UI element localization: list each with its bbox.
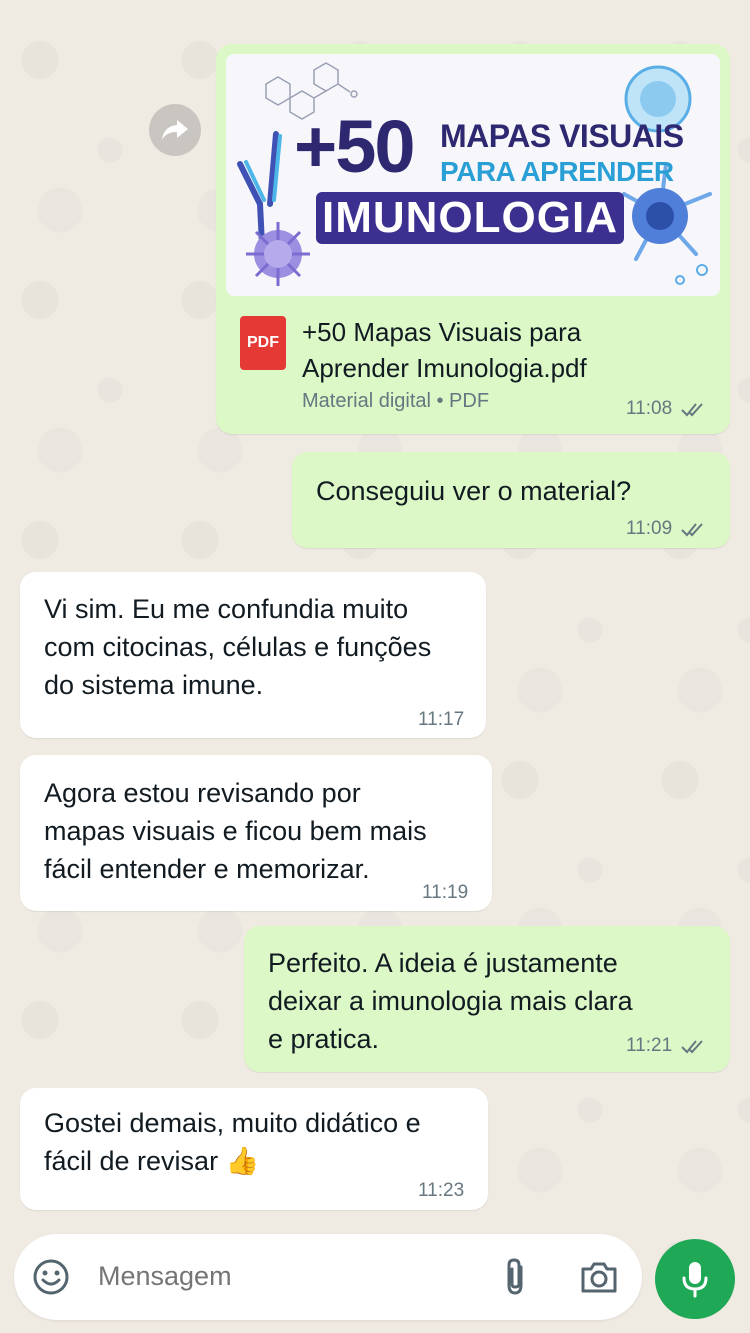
message-text: Perfeito. A ideia é justamente deixar a … xyxy=(268,948,633,1054)
double-check-icon xyxy=(681,403,703,417)
message-text: Conseguiu ver o material? xyxy=(316,476,632,506)
pdf-badge-label: PDF xyxy=(247,334,279,351)
pdf-preview-image[interactable]: +50 MAPAS VISUAIS PARA APRENDER IMUNOLOG… xyxy=(226,54,720,296)
forward-button[interactable] xyxy=(149,104,201,156)
microphone-icon xyxy=(682,1262,708,1298)
pdf-file-name[interactable]: +50 Mapas Visuais para Aprender Imunolog… xyxy=(302,314,692,386)
banner-title-line1: MAPAS VISUAIS xyxy=(440,118,684,154)
message-text: Vi sim. Eu me confundia muito com citoci… xyxy=(44,594,432,700)
message-meta: 11:19 xyxy=(422,882,468,904)
double-check-icon xyxy=(681,1040,703,1054)
chat-thread[interactable]: +50 MAPAS VISUAIS PARA APRENDER IMUNOLOG… xyxy=(0,0,750,1333)
emoji-icon xyxy=(33,1259,69,1295)
message-composer[interactable] xyxy=(14,1234,642,1320)
voice-record-button[interactable] xyxy=(655,1239,735,1319)
message-time: 11:08 xyxy=(626,398,673,419)
message-meta: 11:17 xyxy=(418,709,464,731)
banner-title-line3: IMUNOLOGIA xyxy=(316,192,624,244)
emoji-button[interactable] xyxy=(30,1256,72,1298)
banner-plus-number: +50 xyxy=(294,105,416,188)
message-time: 11:23 xyxy=(418,1180,465,1201)
message-time: 11:17 xyxy=(418,709,465,730)
camera-button[interactable] xyxy=(578,1256,620,1298)
message-meta: 11:09 xyxy=(626,518,708,540)
message-text: Agora estou revisando por mapas visuais … xyxy=(44,778,427,884)
double-check-icon xyxy=(681,523,703,537)
message-time: 11:21 xyxy=(626,1035,673,1056)
forward-icon xyxy=(162,120,188,140)
message-meta: 11:21 xyxy=(626,1035,708,1057)
pdf-file-meta: Material digital • PDF xyxy=(302,390,490,412)
message-input[interactable] xyxy=(98,1256,478,1296)
message-time: 11:09 xyxy=(626,518,673,539)
pdf-file-icon[interactable]: PDF xyxy=(240,316,286,370)
banner-title-line2: PARA APRENDER xyxy=(440,156,674,187)
message-text: Gostei demais, muito didático e fácil de… xyxy=(44,1108,421,1176)
attach-button[interactable] xyxy=(496,1256,536,1298)
message-time: 11:19 xyxy=(422,882,469,903)
paperclip-icon xyxy=(507,1258,523,1295)
message-meta: 11:23 xyxy=(418,1180,464,1202)
message-meta: 11:08 xyxy=(626,398,708,420)
camera-icon xyxy=(581,1262,617,1293)
